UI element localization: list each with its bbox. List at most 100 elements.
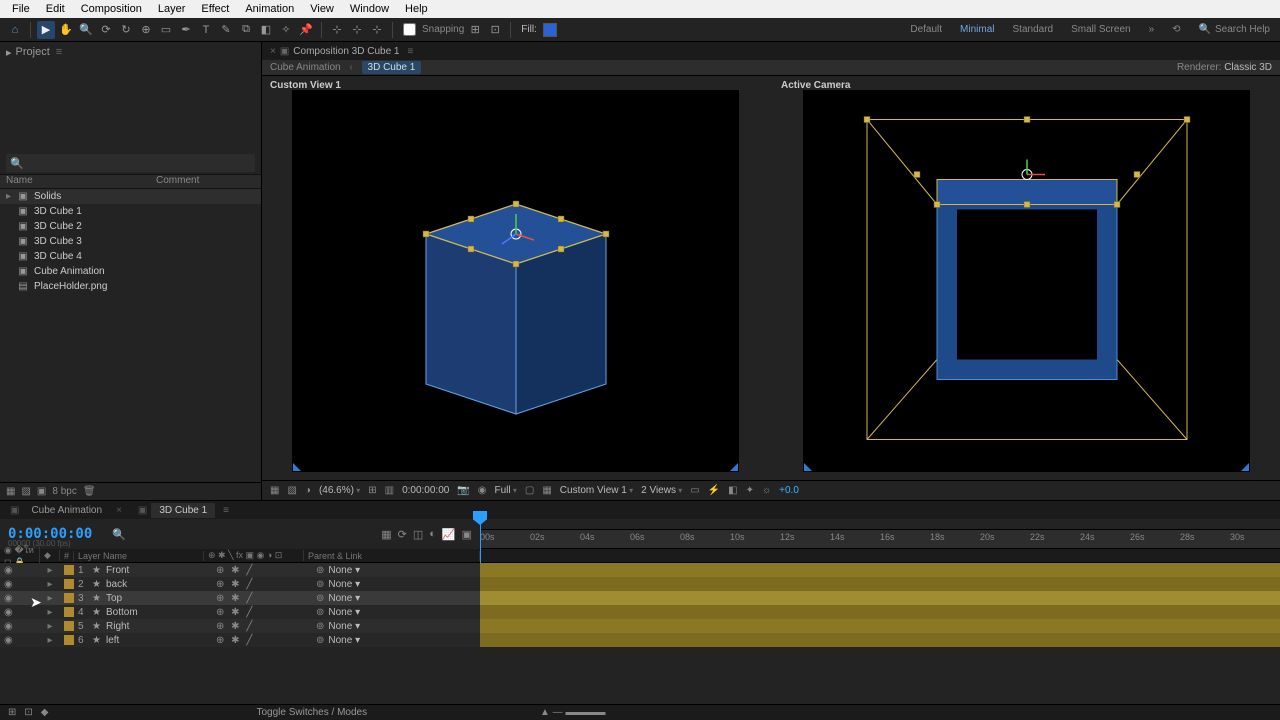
crumb-current[interactable]: 3D Cube 1 [362,61,422,74]
expand-icon[interactable]: ▸ [40,593,60,604]
layer-bar[interactable] [480,563,1280,577]
label-swatch[interactable] [64,607,74,617]
pickwhip-icon[interactable]: ⊚ [316,635,324,646]
workspace-overflow-icon[interactable]: » [1149,24,1155,35]
project-item-comp[interactable]: ▣3D Cube 2 [0,219,261,234]
expand-icon[interactable]: ▸ [40,607,60,618]
fill-swatch[interactable] [543,23,557,37]
tl-foot-icon3[interactable]: ◆ [41,707,49,718]
viewer-timecode[interactable]: 0:00:00:00 [402,485,449,496]
snapping-checkbox[interactable] [403,23,416,36]
layer-name[interactable]: back [106,579,216,590]
pickwhip-icon[interactable]: ⊚ [316,579,324,590]
expand-icon[interactable]: ▸ [40,635,60,646]
roto-tool-icon[interactable]: ✧ [277,21,295,39]
visibility-icon[interactable]: ◉ [4,621,13,632]
label-swatch[interactable] [64,565,74,575]
label-swatch[interactable] [64,635,74,645]
timeline-tab-anim[interactable]: Cube Animation [23,503,110,518]
snap-opt2-icon[interactable]: ⊡ [486,21,504,39]
project-item-comp[interactable]: ▣Cube Animation [0,264,261,279]
resolution-dropdown[interactable]: Full [495,485,517,496]
project-item-comp[interactable]: ▣3D Cube 3 [0,234,261,249]
brush-tool-icon[interactable]: ✎ [217,21,235,39]
layer-switches[interactable]: ⊕ ✱ ╱ [216,621,316,632]
visibility-icon[interactable]: ◉ [4,635,13,646]
crumb-parent[interactable]: Cube Animation [270,62,341,73]
layer-name[interactable]: Bottom [106,607,216,618]
pen-tool-icon[interactable]: ✒ [177,21,195,39]
label-swatch[interactable] [64,621,74,631]
snapshot-icon[interactable]: 📷 [457,485,469,496]
bpc-button[interactable]: 8 bpc [52,486,76,497]
visibility-icon[interactable]: ◉ [4,565,13,576]
project-collapse-icon[interactable]: ▸ [6,46,12,59]
parent-dropdown[interactable]: None ▾ [328,607,360,618]
reset-exposure-icon[interactable]: ☼ [762,485,771,496]
visibility-icon[interactable]: ◉ [4,593,13,604]
label-swatch[interactable] [64,593,74,603]
menu-composition[interactable]: Composition [73,3,150,15]
timeline-search-icon[interactable]: 🔍 [112,528,126,541]
expand-icon[interactable]: ▸ [40,579,60,590]
comp-mini-icon[interactable]: ▦ [381,528,391,541]
layer-row[interactable]: ◉▸4★Bottom⊕ ✱ ╱⊚None ▾ [0,605,480,619]
flowchart-icon[interactable]: ✦ [746,485,754,496]
layer-row[interactable]: ◉▸1★Front⊕ ✱ ╱⊚None ▾ [0,563,480,577]
layer-bar[interactable] [480,633,1280,647]
graph-editor-icon[interactable]: 📈 [442,528,456,541]
project-item-folder[interactable]: ▸▣Solids [0,189,261,204]
renderer-value[interactable]: Classic 3D [1224,62,1272,73]
shy-icon[interactable]: ⟳ [398,528,407,541]
viewer-left[interactable]: Custom View 1 [262,76,769,480]
search-help-input[interactable]: Search Help [1215,24,1270,35]
alpha-icon[interactable]: ◑ [305,485,311,496]
pan-behind-tool-icon[interactable]: ⊕ [137,21,155,39]
parent-dropdown[interactable]: None ▾ [328,565,360,576]
axis-view-icon[interactable]: ⊹ [368,21,386,39]
timeline-panel-menu-icon[interactable]: ≡ [223,505,229,516]
project-item-comp[interactable]: ▣3D Cube 1 [0,204,261,219]
type-tool-icon[interactable]: T [197,21,215,39]
layer-name[interactable]: Front [106,565,216,576]
menu-file[interactable]: File [4,3,38,15]
parent-dropdown[interactable]: None ▾ [328,621,360,632]
layer-bar[interactable] [480,577,1280,591]
layer-name[interactable]: Top [106,593,216,604]
layer-row[interactable]: ◉▸5★Right⊕ ✱ ╱⊚None ▾ [0,619,480,633]
workspace-minimal[interactable]: Minimal [960,24,994,35]
selection-tool-icon[interactable]: ▶ [37,21,55,39]
puppet-tool-icon[interactable]: 📌 [297,21,315,39]
trash-icon[interactable]: 🗑 [83,486,96,497]
zoom-tool-icon[interactable]: 🔍 [77,21,95,39]
rotate-tool-icon[interactable]: ↻ [117,21,135,39]
interpret-icon[interactable]: ▦ [6,486,15,497]
workspace-standard[interactable]: Standard [1013,24,1054,35]
clone-tool-icon[interactable]: ⧉ [237,21,255,39]
canvas-custom-view[interactable] [292,90,739,472]
layer-name[interactable]: Right [106,621,216,632]
roi-icon[interactable]: ▢ [525,485,534,496]
zoom-dropdown[interactable]: (46.6%) [319,485,360,496]
project-search[interactable]: 🔍 [6,154,255,172]
menu-layer[interactable]: Layer [150,3,194,15]
pickwhip-icon[interactable]: ⊚ [316,621,324,632]
timeline-icon[interactable]: ◧ [728,485,737,496]
project-panel-menu-icon[interactable]: ≡ [56,46,62,58]
axis-local-icon[interactable]: ⊹ [328,21,346,39]
layer-switches[interactable]: ⊕ ✱ ╱ [216,635,316,646]
eraser-tool-icon[interactable]: ◧ [257,21,275,39]
new-folder-icon[interactable]: ▧ [21,486,30,497]
viewer-right[interactable]: Active Camera [773,76,1280,480]
pickwhip-icon[interactable]: ⊚ [316,607,324,618]
timeline-lock-icon[interactable]: ▣ [10,505,19,516]
layer-name[interactable]: left [106,635,216,646]
pickwhip-icon[interactable]: ⊚ [316,565,324,576]
layer-bar[interactable] [480,591,1280,605]
visibility-icon[interactable]: ◉ [4,607,13,618]
pickwhip-icon[interactable]: ⊚ [316,593,324,604]
canvas-active-camera[interactable] [803,90,1250,472]
exposure-value[interactable]: +0.0 [779,485,799,496]
project-item-image[interactable]: ▤PlaceHolder.png [0,279,261,294]
parent-dropdown[interactable]: None ▾ [328,593,360,604]
